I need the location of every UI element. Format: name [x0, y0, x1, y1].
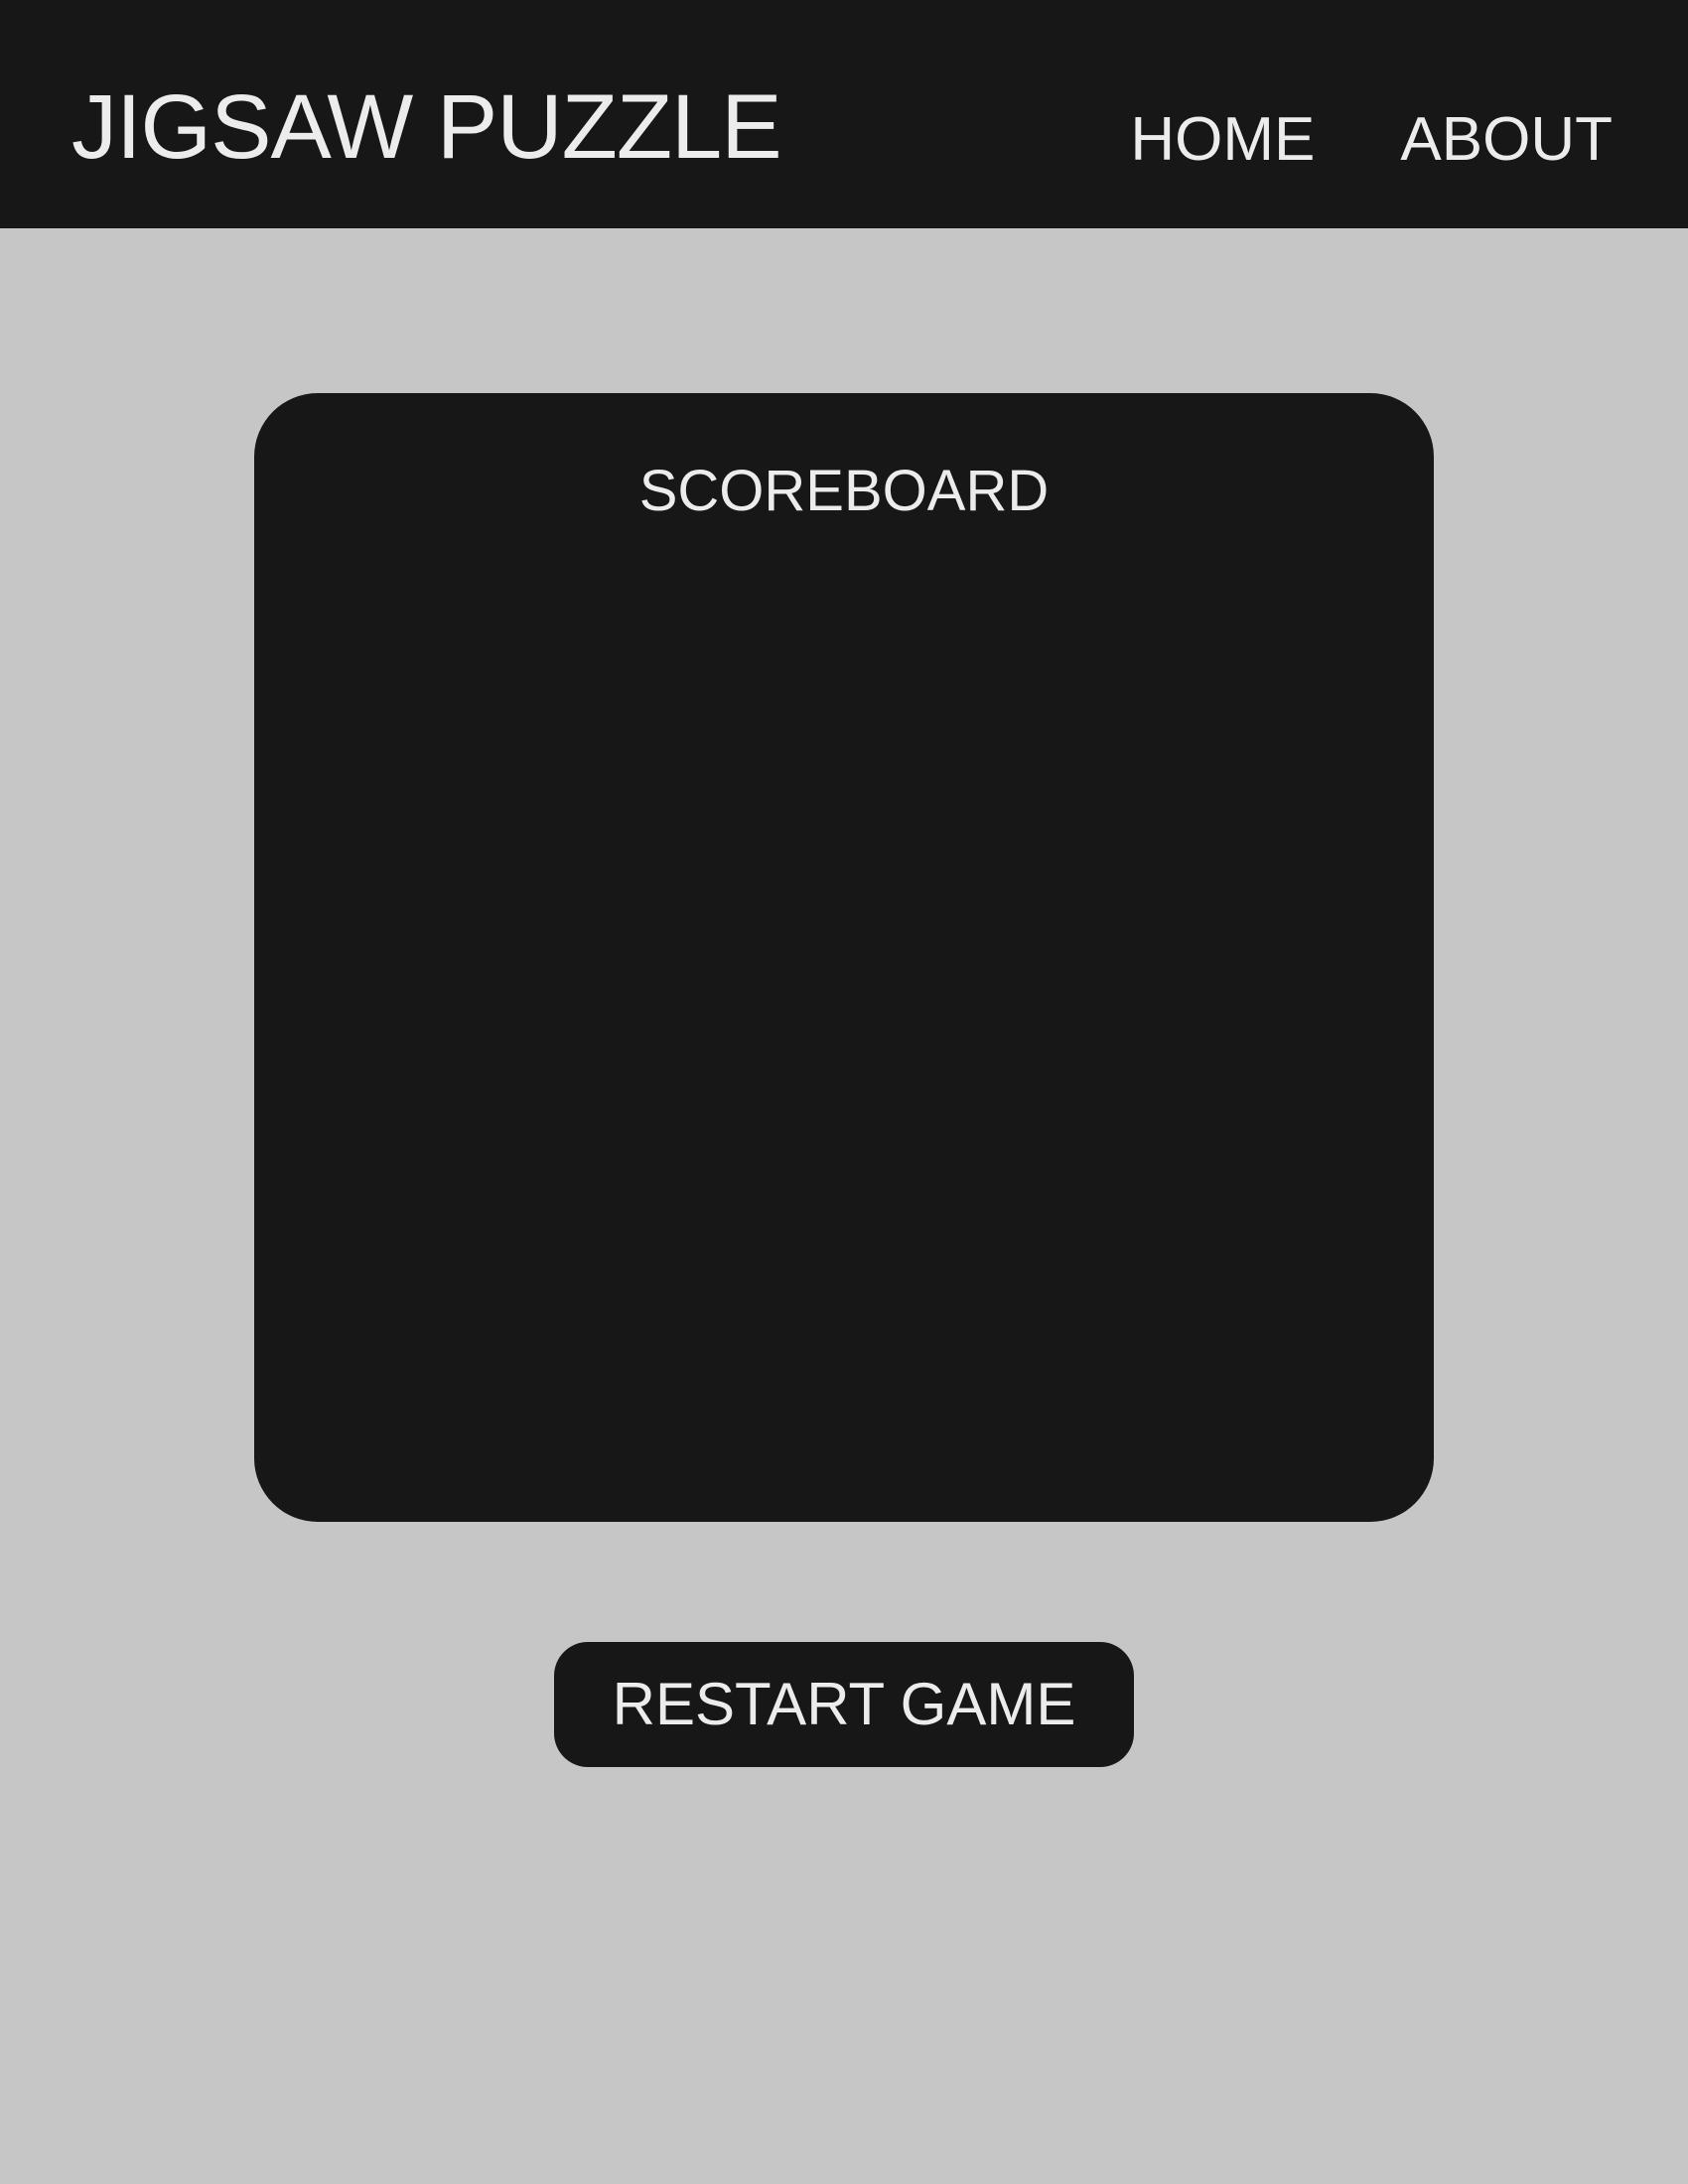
main-nav: HOME ABOUT	[1130, 109, 1613, 171]
top-header: JIGSAW PUZZLE HOME ABOUT	[0, 0, 1688, 228]
restart-game-button[interactable]: RESTART GAME	[554, 1642, 1134, 1767]
nav-about-link[interactable]: ABOUT	[1400, 109, 1613, 171]
nav-home-link[interactable]: HOME	[1130, 109, 1315, 171]
app-title: JIGSAW PUZZLE	[71, 76, 782, 178]
scoreboard-panel: SCOREBOARD	[254, 393, 1434, 1522]
scoreboard-title: SCOREBOARD	[638, 459, 1050, 523]
